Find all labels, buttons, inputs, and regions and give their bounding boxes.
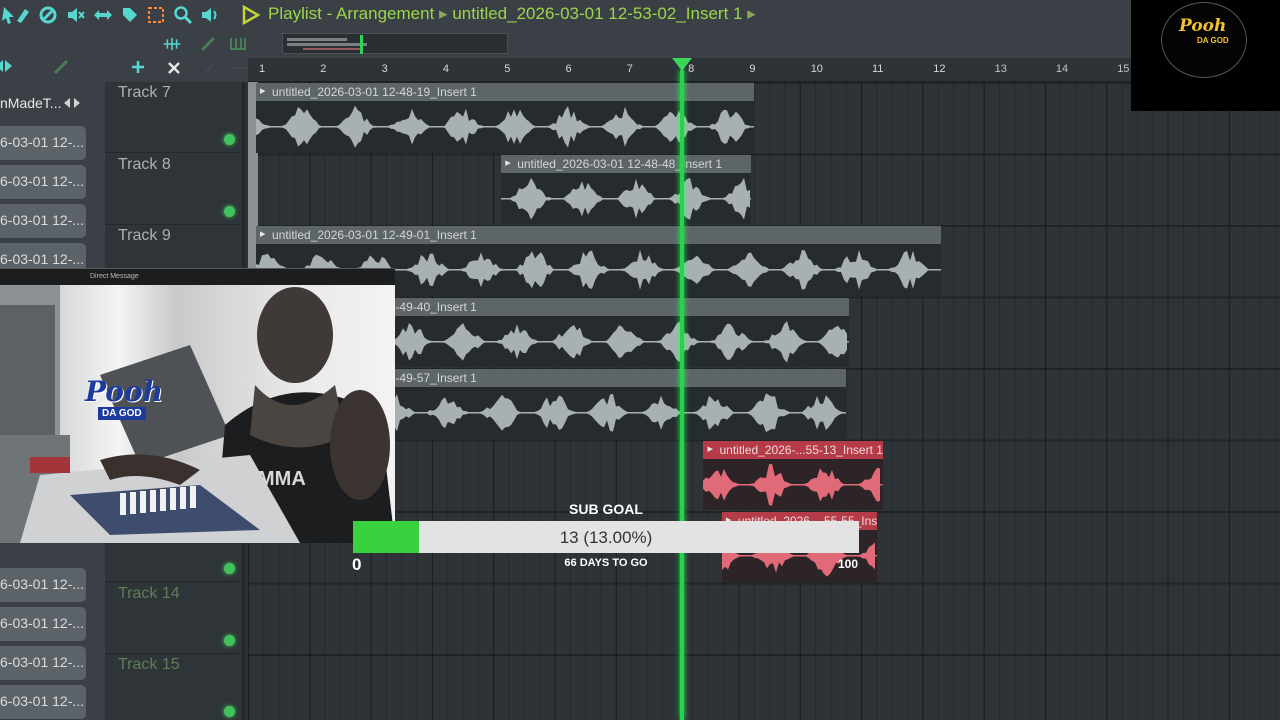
audio-clip[interactable]: untitled_2026-...55-13_Insert 1 (703, 440, 884, 510)
ruler-bar-number: 6 (565, 63, 572, 75)
track-name: Track 14 (118, 584, 180, 602)
daw-window: Playlist - Arrangement ▸ untitled_2026-0… (0, 0, 1280, 720)
ruler-bar-number: 5 (504, 63, 511, 75)
comb-icon[interactable] (228, 34, 248, 54)
tail-arrow: ▸ (747, 4, 756, 23)
ruler-bar-number: 1 (259, 63, 266, 75)
ruler-bar-number: 3 (381, 63, 388, 75)
ruler-bar-number: 14 (1055, 63, 1069, 75)
logo-text: Pooh (1179, 16, 1227, 36)
logo-subtext: DA GOD (1197, 36, 1229, 45)
sub-goal-progress-bar: 13 (13.00%) (353, 521, 859, 553)
slip-icon[interactable] (93, 5, 113, 25)
ruler-bar-number: 7 (626, 63, 633, 75)
track-name: Track 15 (118, 656, 180, 673)
playhead-line[interactable] (679, 70, 684, 720)
speaker-icon[interactable] (200, 5, 220, 25)
mute-icon[interactable] (66, 5, 86, 25)
track-enable-led[interactable] (224, 706, 235, 717)
ruler-bar-number: 11 (872, 63, 884, 75)
pattern-name[interactable]: untitled_2026-03-01 12-53-02_Insert 1 (452, 4, 742, 23)
clip-label: untitled_2026-...55-13_Insert 1 (703, 440, 884, 459)
link-icon[interactable] (198, 34, 218, 54)
ruler-bar-number: 4 (442, 63, 450, 75)
ruler-bar-number: 9 (749, 63, 756, 75)
window-title: Playlist - Arrangement ▸ untitled_2026-0… (268, 4, 756, 24)
webcam-overlay: Direct Message MMA Pooh DA GOD (0, 268, 395, 543)
track-enable-led[interactable] (224, 634, 235, 646)
track-header[interactable]: Track 8 (105, 154, 245, 225)
overview-thumbnail (287, 35, 367, 54)
picker-item[interactable]: 6-03-01 12-... (0, 126, 86, 160)
clip-label: untitled_2026-03-01 12-49-01_Insert 1 (256, 226, 942, 244)
snap-icon[interactable] (162, 34, 188, 54)
picker-item[interactable]: nMadeT... (0, 85, 86, 119)
webcam-logo-subtext: DA GOD (98, 407, 146, 420)
picker-item[interactable]: 6-03-01 12-... (0, 165, 86, 199)
sub-goal-max: 100 (838, 557, 859, 571)
stream-logo-overlay: Pooh DA GOD (1131, 0, 1280, 111)
playlist-menu-arrow-icon[interactable] (240, 4, 262, 26)
track-header[interactable]: Track 7 (105, 82, 245, 153)
playlist-overview[interactable] (282, 33, 508, 54)
track-header[interactable]: Track 14 (105, 583, 245, 654)
ruler-bar-number: 15 (1117, 63, 1130, 75)
step-icon[interactable] (0, 56, 14, 76)
audio-clip[interactable]: untitled_2026-03-01 12-48-48_Insert 1 (501, 154, 752, 224)
track-name: Track 7 (118, 84, 171, 101)
track-enable-led[interactable] (224, 205, 235, 217)
no-icon[interactable] (38, 5, 58, 25)
brush-icon[interactable] (13, 5, 33, 25)
webcam-scene-drawing: MMA (0, 285, 395, 543)
edit-icon[interactable] (200, 58, 220, 78)
sub-goal-title: SUB GOAL (569, 501, 643, 517)
track-enable-led[interactable] (224, 563, 235, 574)
track-name: Track 9 (118, 227, 171, 244)
track-enable-led[interactable] (224, 134, 235, 145)
webcam-title: Direct Message (0, 269, 395, 285)
picker-item[interactable]: 6-03-01 12-... (0, 607, 86, 641)
zoom-icon[interactable] (173, 5, 193, 25)
add-icon[interactable] (128, 57, 148, 77)
ruler-bar-number: 12 (933, 63, 946, 75)
ruler-bar-number: 2 (320, 63, 327, 75)
track-name: Track 8 (118, 155, 171, 173)
picker-item[interactable]: 6-03-01 12-... (0, 204, 86, 238)
timeline-ruler[interactable]: 1 2 3 4 5 6 7 8 9 10 11 12 13 14 15 (248, 58, 1280, 82)
picker-item[interactable]: 6-03-01 12-... (0, 685, 86, 719)
picker-item[interactable]: 6-03-01 12-... (0, 568, 86, 602)
breadcrumb-separator: ▸ (439, 4, 448, 23)
ruler-bar-number: 13 (994, 63, 1007, 75)
box-select-icon[interactable] (146, 5, 166, 25)
picker-item[interactable]: 6-03-01 12-... (0, 646, 86, 680)
clip-label: untitled_2026-03-01 12-48-48_Insert 1 (501, 154, 752, 173)
track-header[interactable]: Track 15 (105, 654, 245, 720)
select-icon[interactable] (120, 5, 140, 25)
sub-goal-days-left: 66 DAYS TO GO (564, 557, 648, 569)
webcam-logo-text: Pooh (85, 375, 164, 408)
title-label: Playlist - Arrangement (268, 4, 435, 23)
sub-goal-value: 13 (13.00%) (559, 528, 653, 547)
close-icon[interactable] (164, 58, 184, 78)
webcam-feed: MMA Pooh DA GOD (0, 285, 395, 543)
pencil-icon[interactable] (52, 56, 72, 76)
ruler-bar-number: 10 (810, 63, 823, 75)
clip-waveform (501, 177, 752, 220)
